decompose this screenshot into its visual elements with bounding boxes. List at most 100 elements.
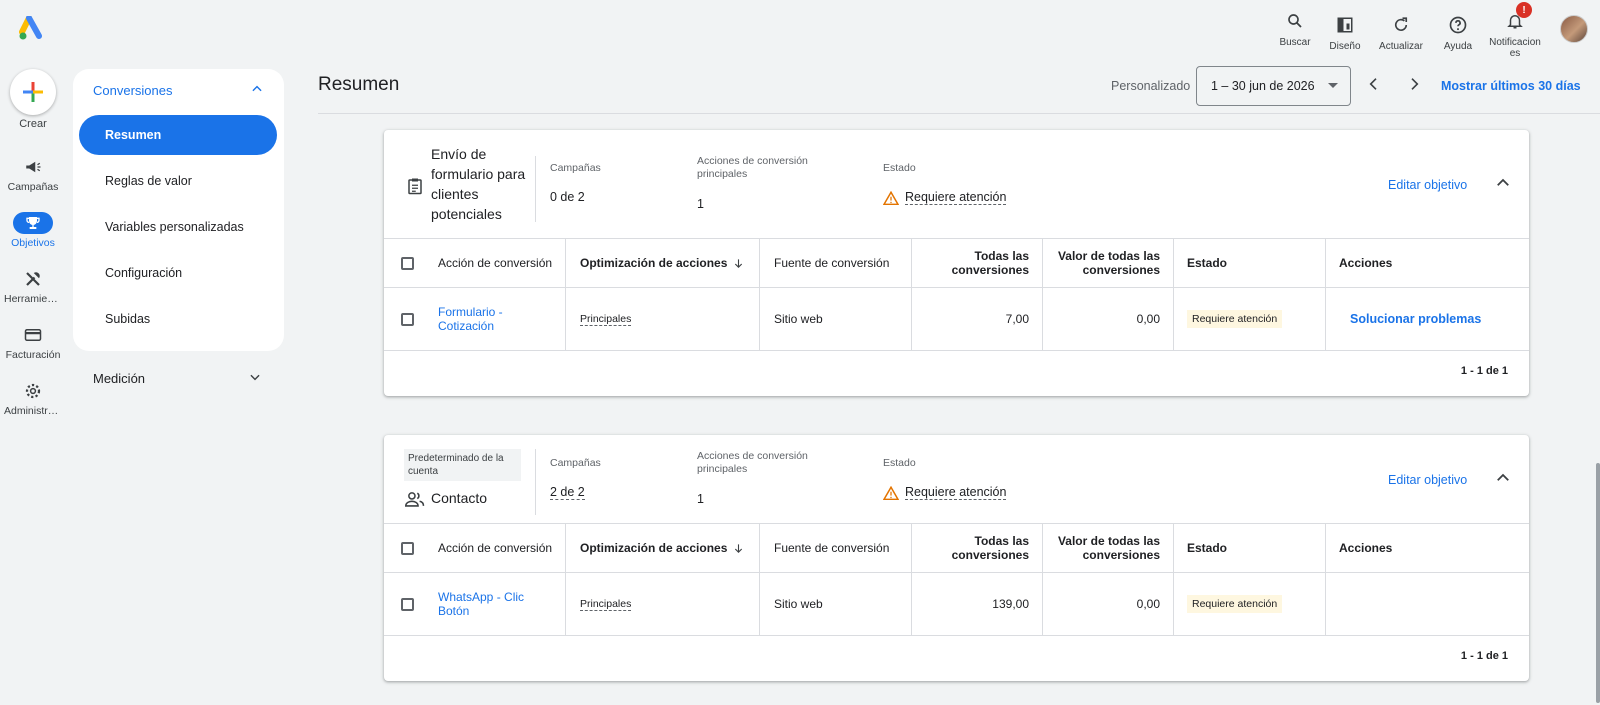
- header-conversion-action[interactable]: Acción de conversión: [438, 239, 552, 287]
- status-label: Estado: [883, 162, 916, 174]
- refresh-label: Actualizar: [1379, 41, 1423, 52]
- table-header-row: Acción de conversión Optimización de acc…: [384, 524, 1529, 573]
- campaigns-label: Campañas: [550, 162, 601, 174]
- layout-button[interactable]: Diseño: [1320, 4, 1370, 52]
- header-action-optimization-text: Optimización de acciones: [580, 256, 728, 270]
- goal-status-text: Requiere atención: [905, 485, 1007, 500]
- rail-item-billing[interactable]: Facturación: [0, 324, 66, 361]
- troubleshoot-link[interactable]: Solucionar problemas: [1350, 312, 1481, 326]
- help-button[interactable]: Ayuda: [1432, 4, 1484, 52]
- goal-status[interactable]: Requiere atención: [883, 190, 1007, 205]
- trophy-icon: [26, 217, 40, 229]
- source-cell: Sitio web: [759, 573, 911, 635]
- subnav-item-summary[interactable]: Resumen: [79, 115, 277, 155]
- rail-label-campaigns: Campañas: [7, 181, 59, 193]
- rail-item-goals[interactable]: Objetivos: [0, 212, 66, 249]
- search-button[interactable]: Buscar: [1270, 4, 1320, 48]
- subnav-item-uploads[interactable]: Subidas: [79, 299, 277, 339]
- rail-label-admin: Administrador: [4, 405, 66, 417]
- row-select-cell: [401, 288, 414, 350]
- refresh-icon: [1394, 17, 1408, 31]
- pagination: 1 - 1 de 1: [384, 636, 1529, 678]
- rail-item-admin[interactable]: Administrador: [0, 380, 66, 417]
- scrollbar[interactable]: [1596, 463, 1600, 703]
- status-badge: Requiere atención: [1187, 310, 1283, 328]
- chevron-up-icon[interactable]: [250, 82, 264, 96]
- edit-goal-link[interactable]: Editar objetivo: [1388, 178, 1467, 192]
- top-actions: Buscar Diseño Actualizar Ayuda ! Notific…: [1270, 2, 1600, 59]
- subnav-item-value-rules[interactable]: Reglas de valor: [79, 161, 277, 201]
- campaigns-value[interactable]: 2 de 2: [550, 485, 585, 500]
- subnav-item-custom-variables[interactable]: Variables personalizadas: [79, 207, 277, 247]
- account-default-chip: Predeterminado de la cuenta: [404, 449, 521, 481]
- show-last-30-days-link[interactable]: Mostrar últimos 30 días: [1441, 79, 1581, 93]
- gear-icon: [25, 383, 41, 399]
- goal-card-header: Predeterminado de la cuenta Contacto Cam…: [384, 435, 1529, 524]
- header-status[interactable]: Estado: [1173, 239, 1325, 287]
- header-action-optimization[interactable]: Optimización de acciones: [565, 524, 759, 572]
- optimization-value[interactable]: Principales: [580, 598, 632, 611]
- primary-actions-value: 1: [697, 492, 704, 506]
- notifications-button[interactable]: ! Notificacion es: [1484, 2, 1546, 59]
- conversion-action-cell: Formulario - Cotización: [438, 288, 558, 350]
- edit-goal-link[interactable]: Editar objetivo: [1388, 473, 1467, 487]
- header-conversion-source[interactable]: Fuente de conversión: [759, 524, 911, 572]
- avatar[interactable]: [1560, 15, 1588, 43]
- campaigns-value: 0 de 2: [550, 190, 585, 204]
- subnav-item-settings[interactable]: Configuración: [79, 253, 277, 293]
- header-conversion-action[interactable]: Acción de conversión: [438, 524, 552, 572]
- header-all-conversions[interactable]: Todas las conversiones: [911, 524, 1042, 572]
- primary-actions-label: Acciones de conversión principales: [697, 155, 808, 180]
- select-all-cell: [401, 524, 414, 572]
- rail-label-tools: Herramientas: [4, 293, 66, 305]
- chevron-up-icon[interactable]: [1494, 469, 1512, 487]
- header-action-optimization[interactable]: Optimización de acciones: [565, 239, 759, 287]
- conversion-action-link[interactable]: Formulario - Cotización: [438, 305, 558, 333]
- google-ads-logo[interactable]: [19, 16, 47, 42]
- header-status[interactable]: Estado: [1173, 524, 1325, 572]
- search-label: Buscar: [1279, 37, 1311, 48]
- notifications-label-line2: es: [1509, 48, 1521, 59]
- megaphone-icon: [26, 161, 41, 173]
- header-actions: Acciones: [1325, 524, 1529, 572]
- dropdown-arrow-icon: [1328, 83, 1338, 88]
- actions-cell: [1325, 573, 1529, 635]
- top-bar: Buscar Diseño Actualizar Ayuda ! Notific…: [0, 0, 1600, 60]
- header-all-conversions-value[interactable]: Valor de todas las conversiones: [1042, 524, 1173, 572]
- header-conversion-source[interactable]: Fuente de conversión: [759, 239, 911, 287]
- goal-status-text: Requiere atención: [905, 190, 1007, 205]
- rail-item-tools[interactable]: Herramientas: [0, 268, 66, 305]
- clipboard-icon: [408, 178, 422, 195]
- date-mode-label: Personalizado: [1111, 79, 1191, 93]
- header-all-conversions-value[interactable]: Valor de todas las conversiones: [1042, 239, 1173, 287]
- rail-label-goals: Objetivos: [11, 237, 55, 249]
- primary-actions-value: 1: [697, 197, 704, 211]
- optimization-value[interactable]: Principales: [580, 313, 632, 326]
- goal-name: Contacto: [431, 490, 488, 506]
- all-conversions-value-cell: 0,00: [1042, 573, 1173, 635]
- header-actions: Acciones: [1325, 239, 1529, 287]
- select-all-checkbox[interactable]: [401, 541, 414, 555]
- chevron-down-icon[interactable]: [248, 370, 262, 384]
- conversion-action-link[interactable]: WhatsApp - Clic Botón: [438, 590, 538, 618]
- conversions-section-header[interactable]: Conversiones: [93, 83, 173, 98]
- row-checkbox[interactable]: [401, 597, 414, 611]
- rail-item-campaigns[interactable]: Campañas: [0, 156, 66, 193]
- goal-status[interactable]: Requiere atención: [883, 485, 1007, 500]
- create-button[interactable]: [10, 69, 56, 115]
- chevron-up-icon[interactable]: [1494, 174, 1512, 192]
- header-action-optimization-text: Optimización de acciones: [580, 541, 728, 555]
- row-checkbox[interactable]: [401, 312, 414, 326]
- actions-cell: Solucionar problemas: [1325, 288, 1529, 350]
- date-range-select[interactable]: 1 – 30 jun de 2026: [1196, 66, 1351, 106]
- conversion-actions-table: Acción de conversión Optimización de acc…: [384, 524, 1529, 678]
- refresh-button[interactable]: Actualizar: [1370, 4, 1432, 52]
- warning-icon: [883, 190, 899, 205]
- measurement-section-header[interactable]: Medición: [93, 371, 145, 386]
- chevron-left-icon[interactable]: [1366, 76, 1382, 92]
- source-cell: Sitio web: [759, 288, 911, 350]
- select-all-checkbox[interactable]: [401, 256, 414, 270]
- header-all-conversions[interactable]: Todas las conversiones: [911, 239, 1042, 287]
- chevron-right-icon[interactable]: [1406, 76, 1422, 92]
- pagination: 1 - 1 de 1: [384, 351, 1529, 393]
